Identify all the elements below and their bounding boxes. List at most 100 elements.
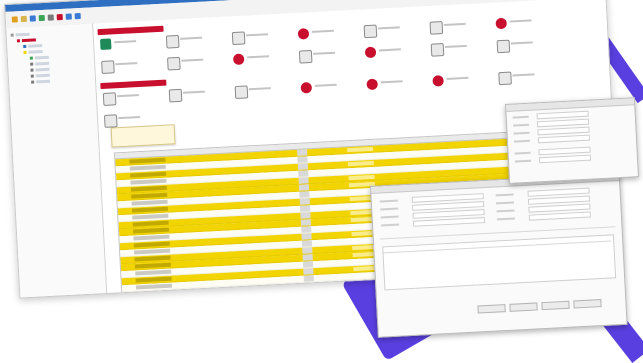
tree-node[interactable] [16,38,37,43]
device-tile[interactable] [366,74,419,95]
device-tile-label [247,53,283,62]
gear-icon[interactable] [11,16,18,23]
dialog-button-1[interactable] [477,304,506,314]
tree-node-icon [29,56,33,60]
table-cell [297,149,308,156]
tree-node[interactable] [30,61,50,66]
ups-icon [168,88,183,103]
field-label [380,207,399,211]
table-cell [298,170,309,177]
device-tile-label [115,60,151,69]
tree-node-label [28,50,43,54]
settings-dialog [370,172,628,338]
table-cell [129,164,166,171]
device-tile-label [512,72,548,81]
property-label [514,159,532,163]
tree-node-label [35,61,50,66]
table-cell [297,163,309,170]
table-cell [134,255,171,262]
dialog-button-2[interactable] [509,302,538,312]
device-tile[interactable] [363,20,416,41]
device-tile[interactable] [495,14,548,35]
field-label [380,215,399,219]
table-cell [135,283,173,290]
add-icon[interactable] [38,14,45,22]
tree-node[interactable] [29,55,49,60]
device-tile[interactable] [99,34,153,55]
field-label [379,199,398,203]
table-cell [347,146,374,153]
arrow-icon[interactable] [65,13,72,20]
tree-node[interactable] [23,50,43,55]
table-cell [299,198,310,205]
device-tile[interactable] [101,56,154,77]
device-tile[interactable] [234,81,288,102]
device-tile[interactable] [167,53,220,74]
dialog-button-4[interactable] [573,299,602,309]
delete-icon[interactable] [56,13,63,21]
tree-node-icon [30,68,34,72]
refresh-icon[interactable] [29,15,36,22]
device-tile[interactable] [432,71,485,92]
table-cell [132,227,170,234]
table-cell [134,248,171,255]
ups-icon [232,53,245,66]
tree-node[interactable] [10,32,33,37]
device-tile-label [445,43,481,52]
edit-icon[interactable] [47,14,54,21]
device-tile-label [183,89,219,98]
table-cell [134,262,171,269]
table-cell [347,160,374,167]
device-tile[interactable] [168,85,222,106]
tree-node-icon [31,80,35,84]
device-tile[interactable] [364,42,418,63]
table-cell [132,213,169,220]
tree-node-label [15,32,30,37]
property-label [513,139,531,143]
dialog-button-3[interactable] [541,300,570,311]
device-tooltip [110,124,176,148]
table-cell [131,192,168,199]
device-tile-label [312,28,348,37]
device-tile-label [114,38,150,47]
field-label [495,193,514,197]
device-tile-label [315,82,351,91]
tree-node[interactable] [30,73,50,78]
device-tile-label [313,50,349,59]
input-field[interactable] [528,211,591,221]
tree-node[interactable] [30,67,50,72]
device-tile[interactable] [498,68,551,89]
device-tile[interactable] [297,24,351,45]
group-header-1[interactable] [97,25,164,36]
property-field[interactable] [538,154,592,164]
property-field[interactable] [537,134,591,144]
device-tile[interactable] [232,49,286,70]
field-label [381,223,400,227]
tree-node[interactable] [23,44,43,49]
device-tile[interactable] [298,46,352,67]
device-tile-label [381,79,417,88]
ups-icon [366,78,378,91]
device-tile[interactable] [165,31,219,52]
device-tile[interactable] [231,27,285,48]
device-tile[interactable] [430,39,484,60]
property-label [513,131,530,135]
tree-node[interactable] [31,79,51,84]
table-cell [135,276,172,283]
table-cell [297,156,308,163]
table-cell [304,289,315,295]
folder-icon[interactable] [20,15,27,23]
device-tile[interactable] [300,78,353,99]
arrow-icon[interactable] [74,13,81,20]
device-tile[interactable] [429,17,482,38]
input-field[interactable] [412,217,486,227]
table-cell [130,185,167,192]
device-tile[interactable] [102,88,156,109]
device-tile[interactable] [496,36,549,57]
properties-window [505,97,640,184]
table-cell [348,167,375,174]
table-cell [300,212,311,219]
group-header-2[interactable] [100,79,167,90]
table-cell [130,178,167,185]
property-label [514,151,531,155]
